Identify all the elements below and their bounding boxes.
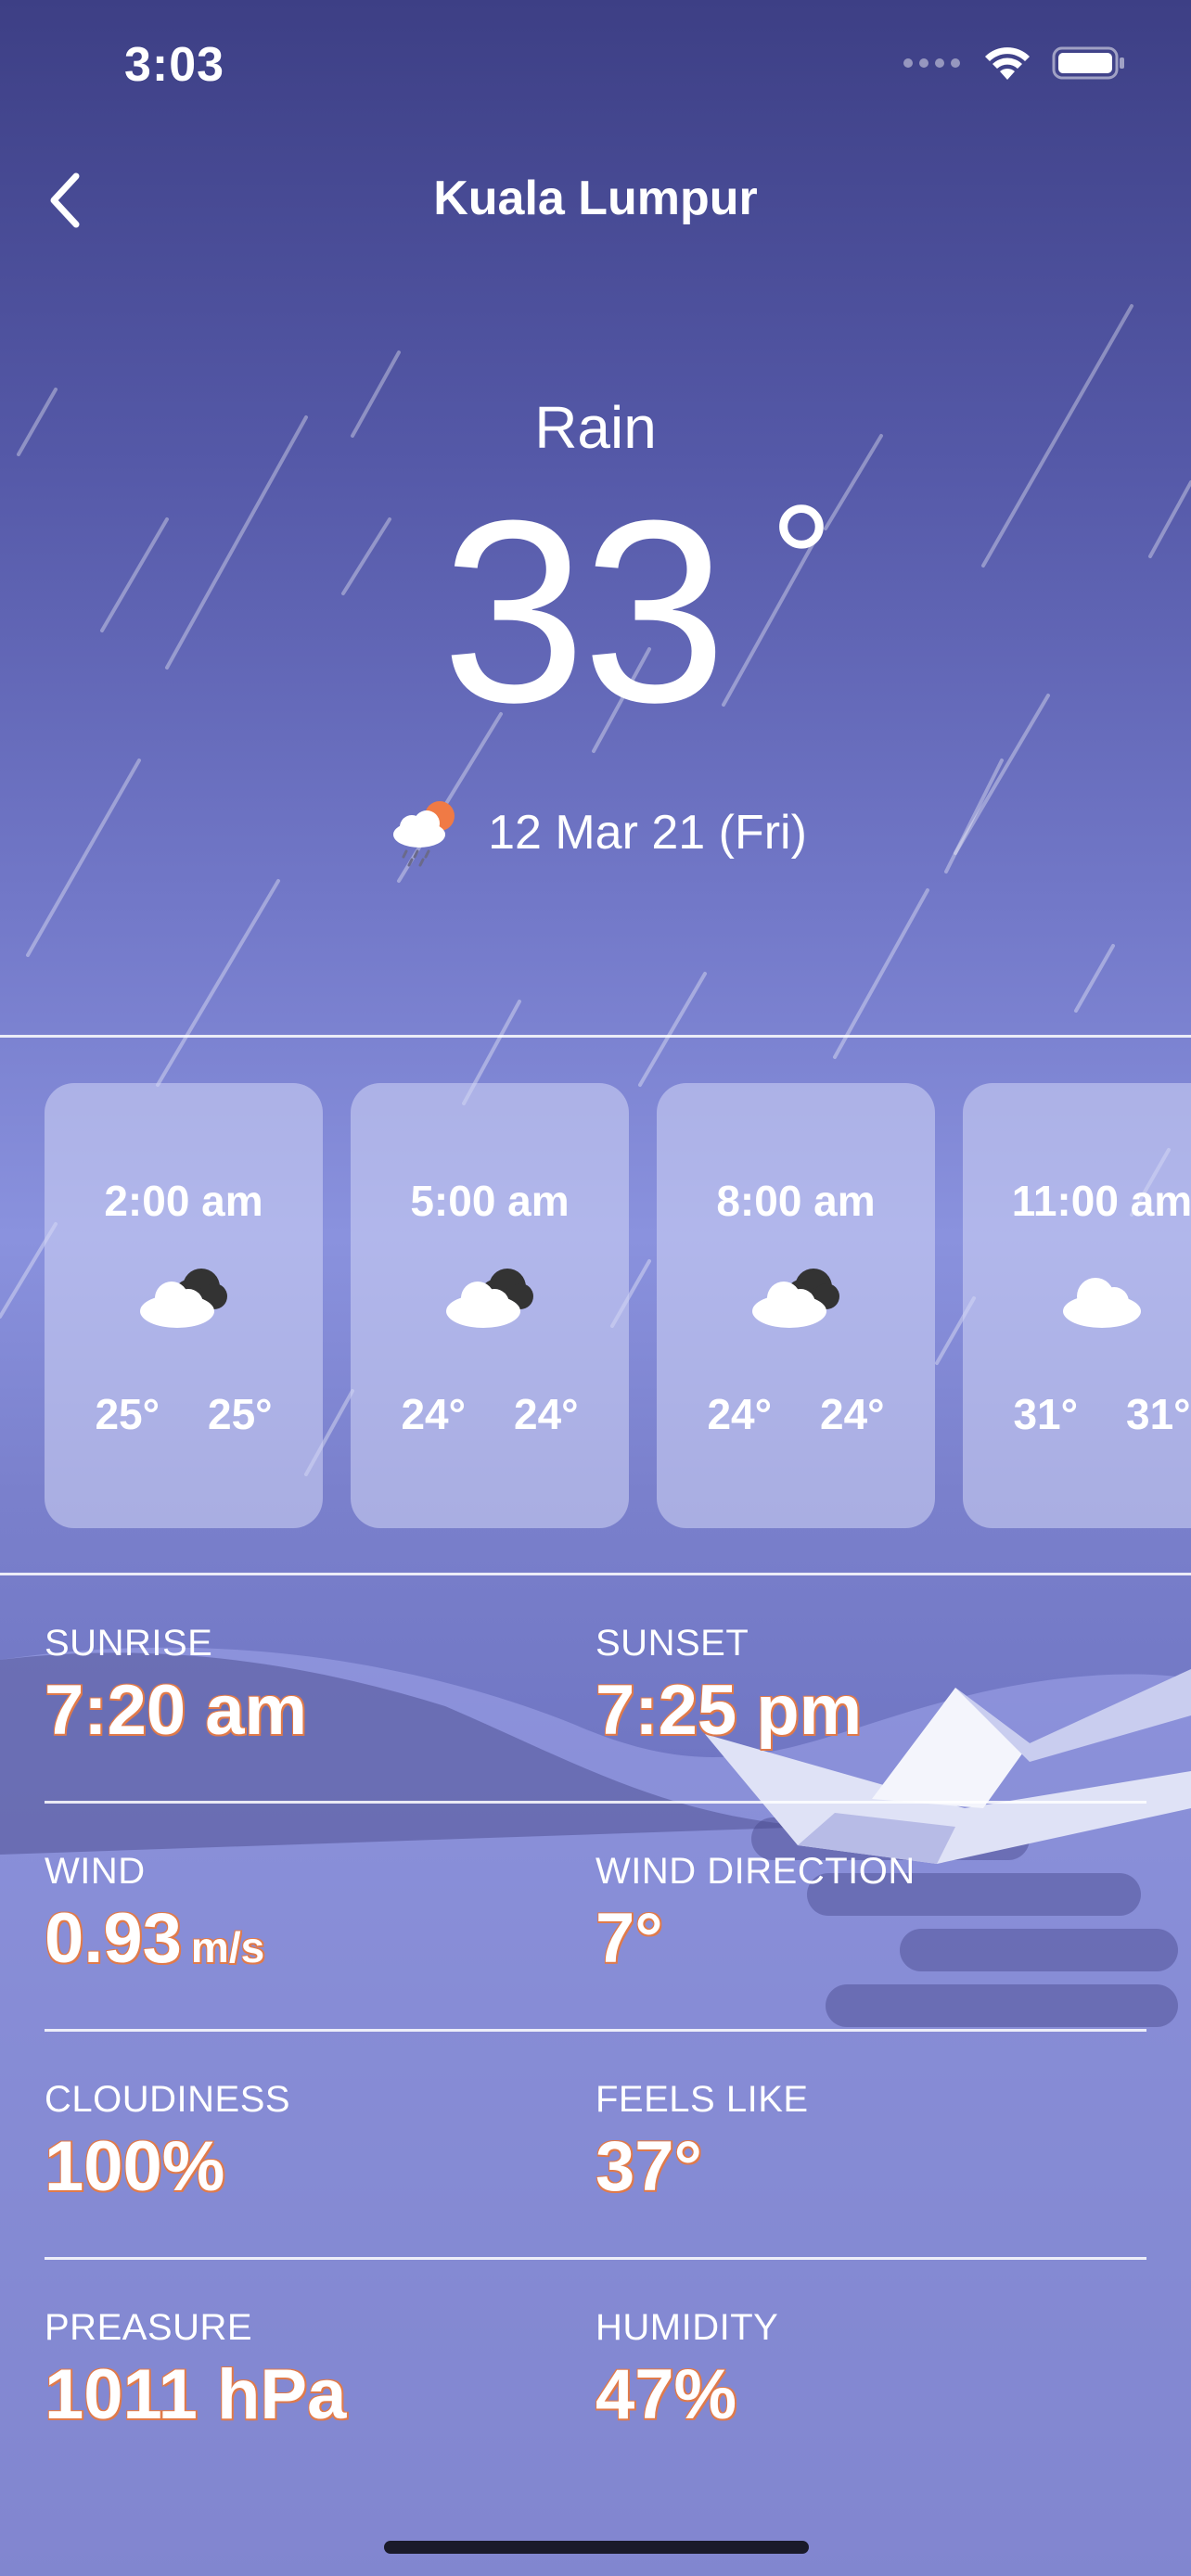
hourly-low: 24°	[401, 1390, 466, 1438]
detail-value: 47%	[596, 2355, 737, 2434]
hourly-temps: 24° 24°	[657, 1389, 935, 1439]
detail-label: PREASURE	[45, 2307, 253, 2348]
sunrise-detail: SUNRISE 7:20 am	[45, 1623, 564, 1751]
detail-label: WIND	[45, 1851, 146, 1892]
broken-clouds-icon	[446, 1269, 533, 1328]
row-divider	[45, 1801, 1146, 1804]
status-icons	[902, 45, 1126, 82]
detail-label: WIND DIRECTION	[596, 1851, 916, 1892]
hourly-temps: 24° 24°	[351, 1389, 629, 1439]
cloudiness-detail: CLOUDINESS 100%	[45, 2079, 564, 2207]
detail-label: SUNRISE	[45, 1623, 213, 1664]
detail-label: CLOUDINESS	[45, 2079, 291, 2120]
hourly-high: 24°	[820, 1390, 885, 1438]
detail-label: FEELS LIKE	[596, 2079, 809, 2120]
status-time: 3:03	[124, 38, 225, 92]
status-bar: 3:03	[0, 0, 1191, 130]
hourly-high: 31°	[1126, 1390, 1191, 1438]
page-title: Kuala Lumpur	[433, 172, 758, 225]
broken-clouds-icon	[752, 1269, 839, 1328]
battery-icon	[1052, 46, 1124, 80]
pressure-detail: PREASURE 1011 hPa	[45, 2307, 564, 2435]
hourly-high: 25°	[208, 1390, 273, 1438]
weather-condition: Rain	[534, 394, 657, 461]
wind-speed: 0.93	[45, 1899, 182, 1978]
detail-value: 1011 hPa	[45, 2355, 347, 2434]
cellular-dots-icon	[903, 58, 960, 68]
hourly-low: 25°	[95, 1390, 160, 1438]
detail-value: 0.93 m/s	[45, 1898, 564, 1979]
detail-value: 37°	[596, 2127, 702, 2206]
hourly-low: 24°	[707, 1390, 772, 1438]
hourly-forecast-list[interactable]: 2:00 am 25° 25° 5:00 am 24° 24° 8:00 am …	[45, 1083, 1191, 1528]
detail-label: HUMIDITY	[596, 2307, 779, 2348]
hourly-time: 8:00 am	[716, 1177, 876, 1225]
sunset-detail: SUNSET 7:25 pm	[596, 1623, 1115, 1751]
wind-detail: WIND 0.93 m/s	[45, 1851, 564, 1979]
row-divider	[45, 2029, 1146, 2032]
detail-value: 100%	[45, 2127, 225, 2206]
detail-value: 7°	[596, 1899, 663, 1978]
home-indicator[interactable]	[384, 2541, 809, 2554]
section-divider	[0, 1573, 1191, 1575]
row-divider	[45, 2257, 1146, 2260]
temperature-degree: °	[770, 473, 833, 649]
feels-like-detail: FEELS LIKE 37°	[596, 2079, 1115, 2207]
current-temperature: 33	[442, 467, 726, 757]
weather-details: SUNRISE 7:20 am SUNSET 7:25 pm WIND 0.93…	[0, 1576, 1191, 2467]
hourly-card[interactable]: 8:00 am 24° 24°	[657, 1083, 935, 1528]
hourly-high: 24°	[514, 1390, 579, 1438]
wind-direction-detail: WIND DIRECTION 7°	[596, 1851, 1115, 1979]
hourly-low: 31°	[1013, 1390, 1078, 1438]
hourly-card[interactable]: 2:00 am 25° 25°	[45, 1083, 323, 1528]
wifi-icon	[985, 47, 1030, 80]
hourly-card[interactable]: 5:00 am 24° 24°	[351, 1083, 629, 1528]
hourly-temps: 25° 25°	[45, 1389, 323, 1439]
detail-label: SUNSET	[596, 1623, 749, 1664]
navigation-bar: Kuala Lumpur	[0, 158, 1191, 241]
detail-value: 7:20 am	[45, 1671, 308, 1750]
hourly-time: 11:00 am	[1011, 1177, 1191, 1225]
wind-unit: m/s	[190, 1923, 265, 1971]
hourly-time: 5:00 am	[410, 1177, 570, 1225]
cloud-icon	[1063, 1278, 1141, 1328]
section-divider	[0, 1035, 1191, 1038]
humidity-detail: HUMIDITY 47%	[596, 2307, 1115, 2435]
rain-cloud-sun-icon	[393, 801, 455, 867]
hourly-time: 2:00 am	[104, 1177, 263, 1225]
broken-clouds-icon	[140, 1269, 227, 1328]
detail-value: 7:25 pm	[596, 1671, 863, 1750]
date-row: 12 Mar 21 (Fri)	[0, 797, 1191, 868]
current-date: 12 Mar 21 (Fri)	[488, 806, 807, 860]
hourly-card[interactable]: 11:00 am 31° 31°	[963, 1083, 1191, 1528]
hourly-temps: 31° 31°	[963, 1389, 1191, 1439]
